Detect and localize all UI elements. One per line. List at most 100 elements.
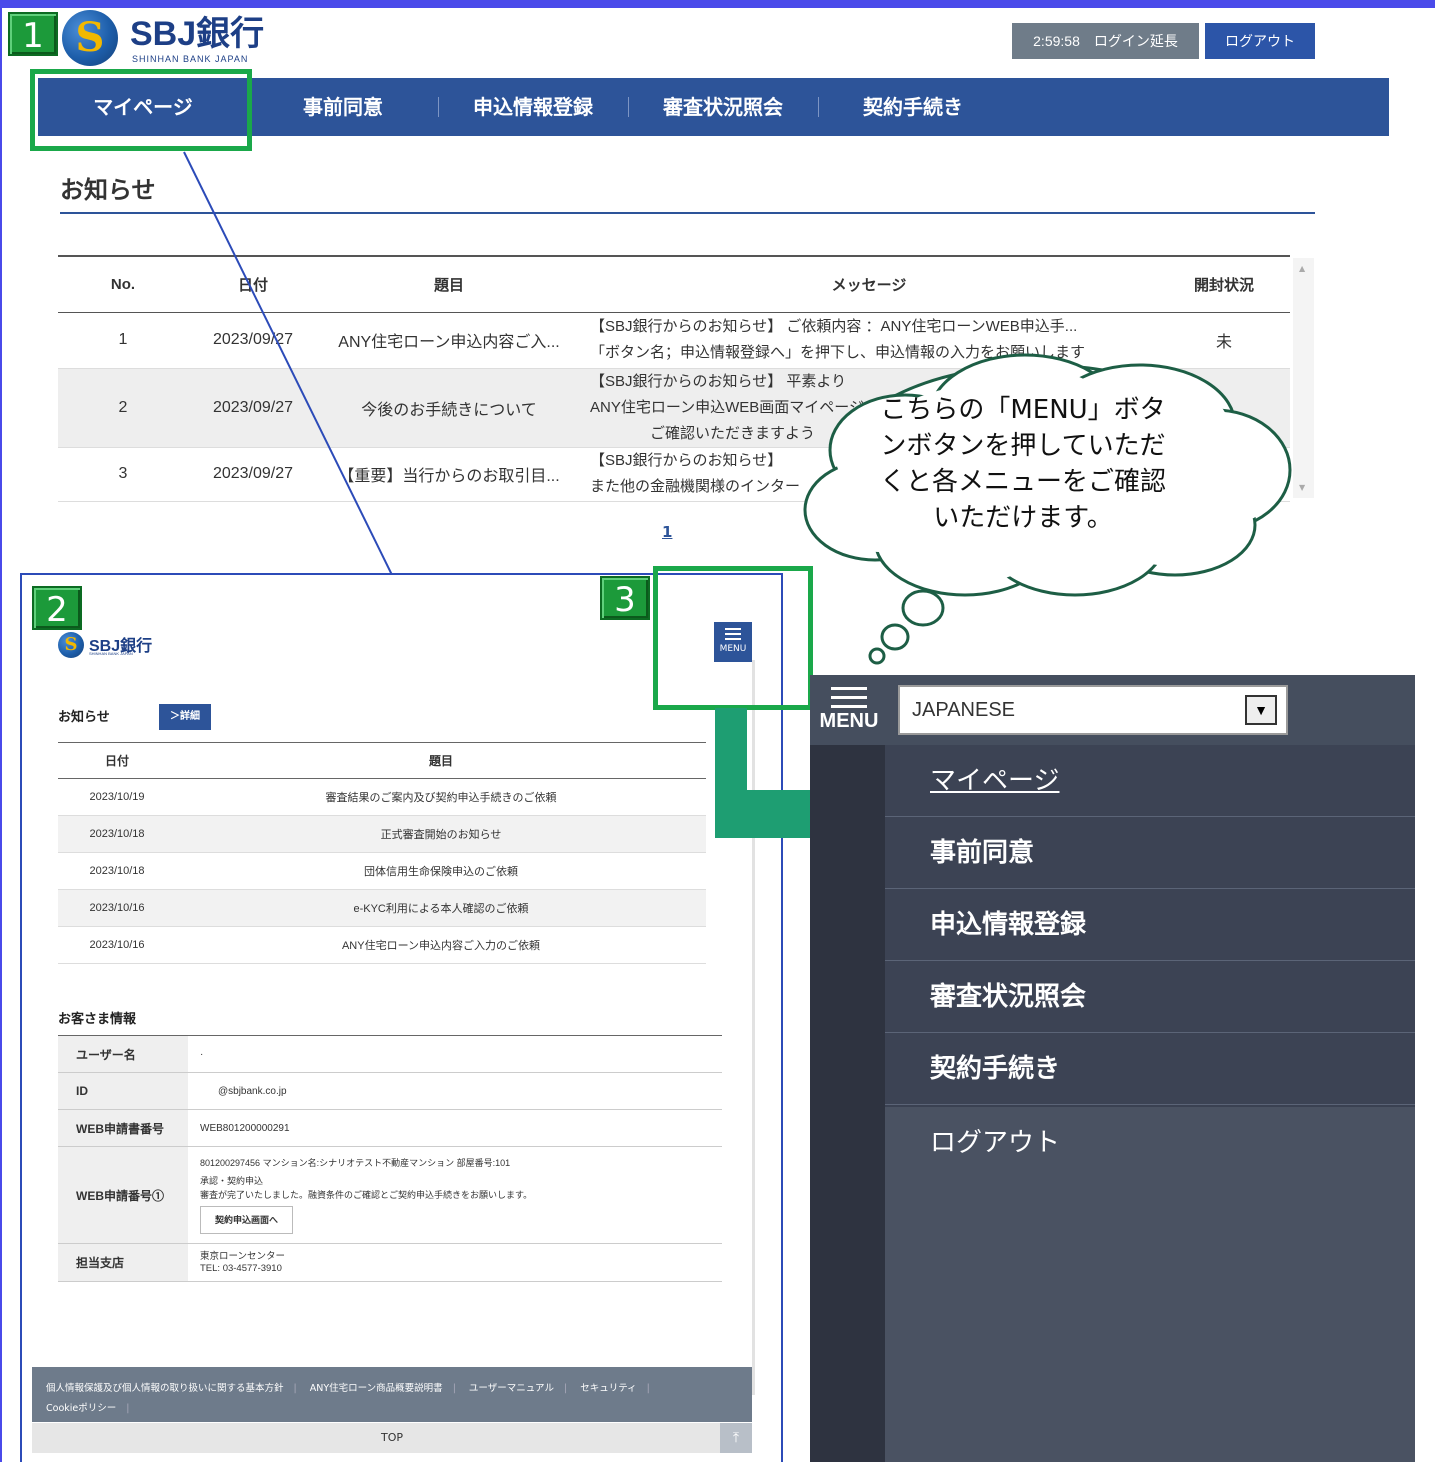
bank-logo-icon: S: [58, 632, 84, 658]
table-row[interactable]: 2023/10/18 正式審査開始のお知らせ: [58, 815, 706, 853]
callout-text: こちらの「MENU」ボタンボタンを押していただくと各メニューをご確認いただけます…: [879, 395, 1166, 533]
menu-item-logout[interactable]: ログアウト: [885, 1107, 1415, 1179]
nav-application-entry[interactable]: 申込情報登録: [448, 78, 618, 136]
cell-no: 1: [58, 312, 188, 369]
cell-subject[interactable]: 今後のお手続きについて: [318, 368, 580, 448]
info-value: 801200297456 マンション名:シナリオテスト不動産マンション 部屋番号…: [188, 1146, 722, 1244]
cell-date: 2023/10/18: [58, 815, 176, 853]
cell-subject[interactable]: 正式審査開始のお知らせ: [176, 815, 706, 853]
col-date: 日付: [188, 255, 318, 313]
customer-info-table: ユーザー名 · ID @sbjbank.co.jp WEB申請書番号 WEB80…: [58, 1035, 722, 1282]
bank-logo-icon: S: [62, 10, 118, 66]
table-row[interactable]: 2023/10/16 e-KYC利用による本人確認のご依頼: [58, 889, 706, 927]
mobile-footer: 個人情報保護及び個人情報の取り扱いに関する基本方針 | ANY住宅ローン商品概要説…: [32, 1367, 752, 1422]
highlight-mypage: [30, 69, 252, 151]
notice-title: お知らせ: [60, 176, 156, 204]
footer-link-manual[interactable]: ユーザーマニュアル: [469, 1383, 554, 1394]
cell-subject[interactable]: ANY住宅ローン申込内容ご入力のご依頼: [176, 926, 706, 964]
col-subject: 題目: [318, 255, 580, 313]
cell-subject[interactable]: ANY住宅ローン申込内容ご入...: [318, 312, 580, 369]
menu-panel: MENU JAPANESE ▼ マイページ 事前同意 申込情報登録 審査状況照会…: [810, 675, 1415, 1462]
menu-item-review-status[interactable]: 審査状況照会: [885, 961, 1415, 1033]
brand-name: SBJ銀行: [130, 15, 265, 53]
info-line: 東京ローンセンター: [200, 1250, 286, 1262]
step-badge-3: 3: [600, 576, 650, 620]
mobile-notice-title: お知らせ: [58, 710, 110, 725]
highlight-menu-button: [653, 566, 813, 710]
extend-login-button[interactable]: 2:59:58 ログイン延長: [1012, 23, 1199, 59]
cell-date: 2023/10/16: [58, 926, 176, 964]
step-badge-1: 1: [8, 12, 58, 56]
top-accent-bar: [0, 0, 1435, 8]
info-line: TEL: 03-4577-3910: [200, 1262, 282, 1274]
info-row: ユーザー名 ·: [58, 1035, 722, 1073]
chevron-down-icon[interactable]: ▼: [1245, 695, 1277, 725]
info-row: WEB申請書番号 WEB801200000291: [58, 1109, 722, 1147]
info-value: WEB801200000291: [188, 1109, 722, 1147]
col-message: メッセージ: [580, 255, 1158, 313]
cell-subject[interactable]: 審査結果のご案内及び契約申込手続きのご依頼: [176, 778, 706, 816]
brand-sub: SHINHAN BANK JAPAN: [132, 54, 249, 64]
nav-divider: [628, 97, 629, 117]
nav-contract[interactable]: 契約手続き: [828, 78, 998, 136]
footer-link-security[interactable]: セキュリティ: [580, 1383, 636, 1394]
menu-item-prior-consent[interactable]: 事前同意: [885, 817, 1415, 889]
info-key: 担当支店: [58, 1243, 188, 1282]
info-row: ID @sbjbank.co.jp: [58, 1072, 722, 1110]
info-value: 東京ローンセンター TEL: 03-4577-3910: [188, 1243, 722, 1282]
info-key: WEB申請番号①: [58, 1146, 188, 1244]
pagination-page[interactable]: 1: [662, 523, 672, 541]
language-value: JAPANESE: [912, 699, 1015, 721]
footer-link-product[interactable]: ANY住宅ローン商品概要説明書: [310, 1383, 443, 1394]
table-row[interactable]: 2023/10/16 ANY住宅ローン申込内容ご入力のご依頼: [58, 926, 706, 964]
col-no: No.: [58, 255, 188, 313]
nav-review-status[interactable]: 審査状況照会: [638, 78, 808, 136]
left-accent-bar: [0, 8, 2, 1462]
cell-date: 2023/10/19: [58, 778, 176, 816]
message-line: 【SBJ銀行からのお知らせ】 ご依頼内容 ：ANY住宅ローンWEB申込手...: [590, 318, 1078, 335]
info-row: 担当支店 東京ローンセンター TEL: 03-4577-3910: [58, 1243, 722, 1282]
menu-label: MENU: [819, 710, 879, 732]
info-line: 承認・契約申込: [200, 1176, 264, 1186]
footer-link-privacy[interactable]: 個人情報保護及び個人情報の取り扱いに関する基本方針: [46, 1383, 284, 1394]
logout-button[interactable]: ログアウト: [1205, 23, 1315, 59]
menu-item-application-entry[interactable]: 申込情報登録: [885, 889, 1415, 961]
menu-panel-gutter: [810, 745, 885, 1462]
menu-item-contract[interactable]: 契約手続き: [885, 1033, 1415, 1105]
nav-prior-consent[interactable]: 事前同意: [268, 78, 418, 136]
language-select[interactable]: JAPANESE ▼: [898, 685, 1288, 735]
menu-item-mypage[interactable]: マイページ: [885, 745, 1415, 817]
cell-date: 2023/09/27: [188, 368, 318, 448]
info-key: ID: [58, 1072, 188, 1110]
cell-no: 3: [58, 447, 188, 502]
cell-date: 2023/10/16: [58, 889, 176, 927]
logo-letter: S: [64, 634, 78, 655]
table-row[interactable]: 2023/10/19 審査結果のご案内及び契約申込手続きのご依頼: [58, 778, 706, 816]
col-status: 開封状況: [1158, 255, 1290, 313]
scroll-up-icon[interactable]: ▲: [1299, 264, 1305, 273]
nav-divider: [818, 97, 819, 117]
info-key: WEB申請書番号: [58, 1109, 188, 1147]
col-date: 日付: [58, 742, 176, 779]
info-line: 審査が完了いたしました。融資条件のご確認とご契約申込手続きをお願いします。: [200, 1190, 533, 1200]
contract-application-button[interactable]: 契約申込画面へ: [200, 1206, 294, 1234]
info-row: WEB申請番号① 801200297456 マンション名:シナリオテスト不動産マ…: [58, 1146, 722, 1244]
nav-divider: [438, 97, 439, 117]
hamburger-icon: [831, 687, 867, 690]
customer-info-title: お客さま情報: [58, 1012, 137, 1027]
info-value: ·: [188, 1035, 722, 1073]
cell-date: 2023/10/18: [58, 852, 176, 890]
panel-menu-button[interactable]: MENU: [818, 683, 880, 741]
mobile-brand-sub: SHINHAN BANK JAPAN: [89, 651, 133, 656]
table-row[interactable]: 2023/10/18 団体信用生命保険申込のご依頼: [58, 852, 706, 890]
info-line: 801200297456 マンション名:シナリオテスト不動産マンション 部屋番号…: [200, 1158, 511, 1168]
logo-letter: S: [75, 14, 105, 61]
mobile-notice-table: 日付 題目 2023/10/19 審査結果のご案内及び契約申込手続きのご依頼 20…: [58, 742, 706, 964]
detail-button[interactable]: ＞詳細: [159, 704, 211, 730]
back-to-top-icon[interactable]: ⤒: [720, 1423, 752, 1453]
cell-subject[interactable]: 団体信用生命保険申込のご依頼: [176, 852, 706, 890]
cell-subject[interactable]: 【重要】当行からのお取引目...: [318, 447, 580, 502]
back-to-top[interactable]: TOP: [32, 1423, 752, 1453]
cell-subject[interactable]: e-KYC利用による本人確認のご依頼: [176, 889, 706, 927]
footer-link-cookie[interactable]: Cookieポリシー: [46, 1403, 116, 1414]
